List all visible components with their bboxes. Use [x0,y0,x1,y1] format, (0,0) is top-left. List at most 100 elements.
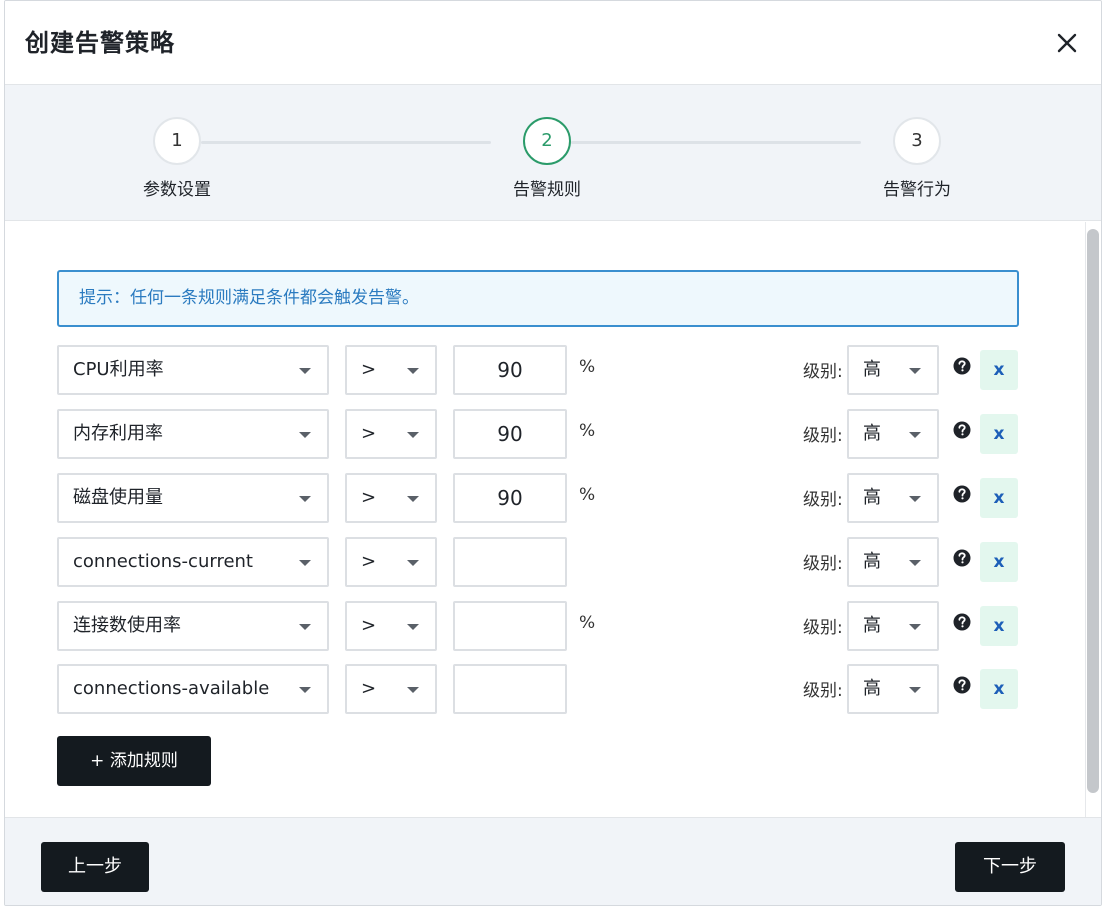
threshold-input[interactable]: 90 [453,345,567,395]
metric-select[interactable]: 磁盘使用量 [57,473,329,523]
operator-select[interactable]: > [345,345,437,395]
chevron-down-icon [407,368,419,374]
metric-select[interactable]: 内存利用率 [57,409,329,459]
chevron-down-icon [909,560,921,566]
delete-rule-button[interactable]: x [980,542,1018,582]
delete-rule-button[interactable]: x [980,669,1018,709]
add-rule-button[interactable]: + 添加规则 [57,736,211,786]
step-1-label: 参数设置 [143,180,211,200]
rule-row: connections-available > 级别: 高 x [5,664,1101,714]
next-step-button[interactable]: 下一步 [955,842,1065,892]
level-label: 级别: [803,681,843,701]
level-label: 级别: [803,426,843,446]
unit-label: % [579,613,596,633]
chevron-down-icon [909,624,921,630]
chevron-down-icon [407,496,419,502]
metric-select[interactable]: connections-available [57,664,329,714]
operator-select-value: > [361,678,377,699]
operator-select-value: > [361,423,377,444]
chevron-down-icon [407,560,419,566]
chevron-down-icon [407,432,419,438]
level-select-value: 高 [863,423,881,444]
metric-select[interactable]: 连接数使用率 [57,601,329,651]
step-2-label: 告警规则 [513,180,581,200]
level-label: 级别: [803,618,843,638]
steps-indicator: 1 参数设置 2 告警规则 3 告警行为 [5,85,1101,221]
operator-select[interactable]: > [345,601,437,651]
chevron-down-icon [909,687,921,693]
chevron-down-icon [407,687,419,693]
metric-select-value: 连接数使用率 [73,615,181,636]
operator-select[interactable]: > [345,664,437,714]
rule-row: connections-current > 级别: 高 x [5,537,1101,587]
close-icon[interactable] [1053,29,1081,57]
help-icon[interactable] [953,613,971,631]
chevron-down-icon [299,368,311,374]
rule-row: 磁盘使用量 > 90 % 级别: 高 x [5,473,1101,523]
delete-rule-button[interactable]: x [980,414,1018,454]
threshold-input[interactable]: 90 [453,409,567,459]
operator-select[interactable]: > [345,409,437,459]
threshold-input[interactable] [453,664,567,714]
help-icon[interactable] [953,421,971,439]
step-connector [201,141,491,144]
level-select[interactable]: 高 [847,345,939,395]
dialog-header: 创建告警策略 [5,1,1101,85]
help-icon[interactable] [953,357,971,375]
unit-label: % [579,485,596,505]
chevron-down-icon [299,432,311,438]
metric-select-value: CPU利用率 [73,359,164,380]
prev-step-button[interactable]: 上一步 [41,842,149,892]
help-icon[interactable] [953,485,971,503]
operator-select[interactable]: > [345,473,437,523]
step-1-circle: 1 [153,117,201,165]
delete-rule-button[interactable]: x [980,350,1018,390]
operator-select[interactable]: > [345,537,437,587]
level-select[interactable]: 高 [847,473,939,523]
chevron-down-icon [299,624,311,630]
level-select[interactable]: 高 [847,537,939,587]
level-select-value: 高 [863,551,881,572]
operator-select-value: > [361,359,377,380]
operator-select-value: > [361,487,377,508]
level-select[interactable]: 高 [847,409,939,459]
threshold-input[interactable]: 90 [453,473,567,523]
delete-rule-button[interactable]: x [980,606,1018,646]
level-select[interactable]: 高 [847,664,939,714]
create-alert-policy-dialog: 创建告警策略 1 参数设置 2 告警规则 3 告警行为 提示：任何一条规则满足条… [4,0,1102,906]
threshold-input[interactable] [453,601,567,651]
metric-select[interactable]: connections-current [57,537,329,587]
level-select-value: 高 [863,615,881,636]
level-label: 级别: [803,490,843,510]
unit-label: % [579,357,596,377]
level-label: 级别: [803,554,843,574]
step-3-label: 告警行为 [883,180,951,200]
step-connector [571,141,861,144]
unit-label: % [579,421,596,441]
level-select[interactable]: 高 [847,601,939,651]
rule-row: CPU利用率 > 90 % 级别: 高 x [5,345,1101,395]
rule-row: 连接数使用率 > % 级别: 高 x [5,601,1101,651]
delete-rule-button[interactable]: x [980,478,1018,518]
level-select-value: 高 [863,678,881,699]
chevron-down-icon [909,368,921,374]
level-select-value: 高 [863,359,881,380]
operator-select-value: > [361,615,377,636]
rule-row: 内存利用率 > 90 % 级别: 高 x [5,409,1101,459]
level-label: 级别: [803,362,843,382]
help-icon[interactable] [953,676,971,694]
metric-select-value: connections-current [73,551,253,572]
metric-select-value: 内存利用率 [73,423,163,444]
help-icon[interactable] [953,549,971,567]
chevron-down-icon [909,432,921,438]
chevron-down-icon [299,560,311,566]
hint-message: 提示：任何一条规则满足条件都会触发告警。 [57,270,1019,327]
metric-select[interactable]: CPU利用率 [57,345,329,395]
metric-select-value: 磁盘使用量 [73,487,163,508]
threshold-input[interactable] [453,537,567,587]
chevron-down-icon [299,687,311,693]
metric-select-value: connections-available [73,678,270,699]
level-select-value: 高 [863,487,881,508]
dialog-footer: 上一步 下一步 [5,817,1101,905]
step-2-circle: 2 [523,117,571,165]
